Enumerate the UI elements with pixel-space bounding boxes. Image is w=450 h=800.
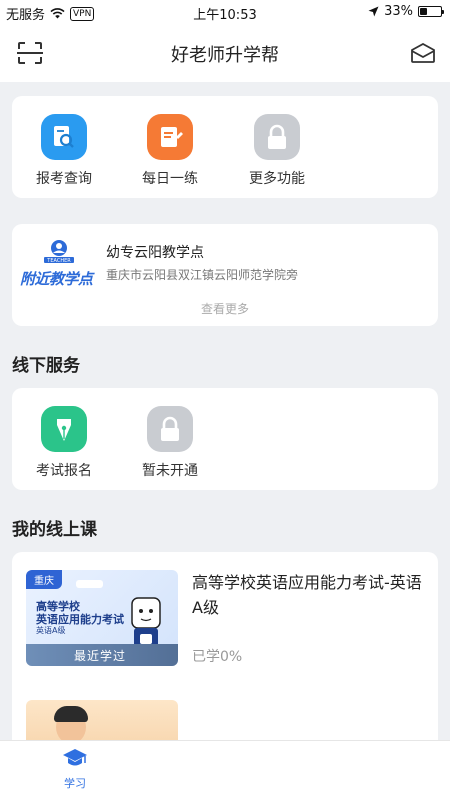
lock-icon bbox=[254, 114, 300, 160]
nav-bar: 好老师升学帮 bbox=[0, 24, 450, 82]
battery-icon bbox=[418, 6, 444, 17]
notepad-icon bbox=[147, 114, 193, 160]
course-title[interactable]: 高等学校英语应用能力考试-英语A级 bbox=[192, 570, 424, 620]
course-progress: 已学0% bbox=[192, 649, 243, 665]
recently-studied-label: 最近学过 bbox=[74, 649, 127, 663]
search-doc-icon bbox=[41, 114, 87, 160]
exam-query-button[interactable]: 报考查询 bbox=[24, 114, 104, 188]
battery-fill bbox=[420, 8, 427, 15]
see-more-link[interactable]: 查看更多 bbox=[12, 300, 438, 317]
nearby-logo-text: 附近教学点 bbox=[20, 270, 93, 288]
status-right: 33% bbox=[368, 4, 444, 19]
offline-section-title: 线下服务 bbox=[12, 356, 80, 376]
mail-icon[interactable] bbox=[410, 43, 436, 63]
course-thumb-line3: 英语A级 bbox=[36, 626, 66, 635]
tab-study-label: 学习 bbox=[64, 777, 86, 790]
teacher-photo-hair bbox=[54, 706, 88, 722]
status-bar: 无服务 VPN 上午10:53 33% bbox=[0, 0, 450, 24]
lock-icon bbox=[147, 406, 193, 452]
study-point-address: 重庆市云阳县双江镇云阳师范学院旁 bbox=[106, 268, 299, 282]
exam-query-label: 报考查询 bbox=[36, 171, 92, 187]
nearby-study-point-logo: TEACHER 附近教学点 bbox=[20, 238, 100, 288]
page-title: 好老师升学帮 bbox=[171, 45, 279, 66]
study-point-name: 幼专云阳教学点 bbox=[106, 245, 204, 261]
not-open-button[interactable]: 暂未开通 bbox=[130, 406, 210, 480]
course-thumb-ribbon bbox=[76, 580, 104, 588]
tab-bar: 学习 bbox=[0, 740, 450, 800]
teacher-badge-text: TEACHER bbox=[46, 258, 71, 264]
functions-card: 报考查询 每日一练 更多功能 bbox=[12, 96, 438, 198]
daily-practice-button[interactable]: 每日一练 bbox=[130, 114, 210, 188]
course-thumb-region-tag: 重庆 bbox=[26, 570, 62, 589]
tab-study[interactable]: 学习 bbox=[50, 747, 100, 791]
graduation-cap-icon bbox=[63, 749, 87, 766]
more-functions-label: 更多功能 bbox=[249, 171, 305, 187]
offline-services-card: 考试报名 暂未开通 bbox=[12, 388, 438, 490]
course-thumbnail[interactable]: 重庆 高等学校 英语应用能力考试 英语A级 最近学过 bbox=[26, 570, 178, 666]
not-open-label: 暂未开通 bbox=[142, 463, 198, 479]
teacher-badge-icon: TEACHER bbox=[44, 240, 74, 264]
daily-practice-label: 每日一练 bbox=[142, 171, 198, 187]
online-section-title: 我的线上课 bbox=[12, 520, 97, 540]
exam-signup-button[interactable]: 考试报名 bbox=[24, 406, 104, 480]
battery-percent: 33% bbox=[384, 4, 413, 19]
nearby-study-point-card[interactable]: TEACHER 附近教学点 幼专云阳教学点 重庆市云阳县双江镇云阳师范学院旁 查… bbox=[12, 224, 438, 326]
more-functions-button[interactable]: 更多功能 bbox=[237, 114, 317, 188]
exam-signup-label: 考试报名 bbox=[36, 463, 92, 479]
pen-icon bbox=[41, 406, 87, 452]
location-arrow-icon bbox=[368, 6, 379, 17]
